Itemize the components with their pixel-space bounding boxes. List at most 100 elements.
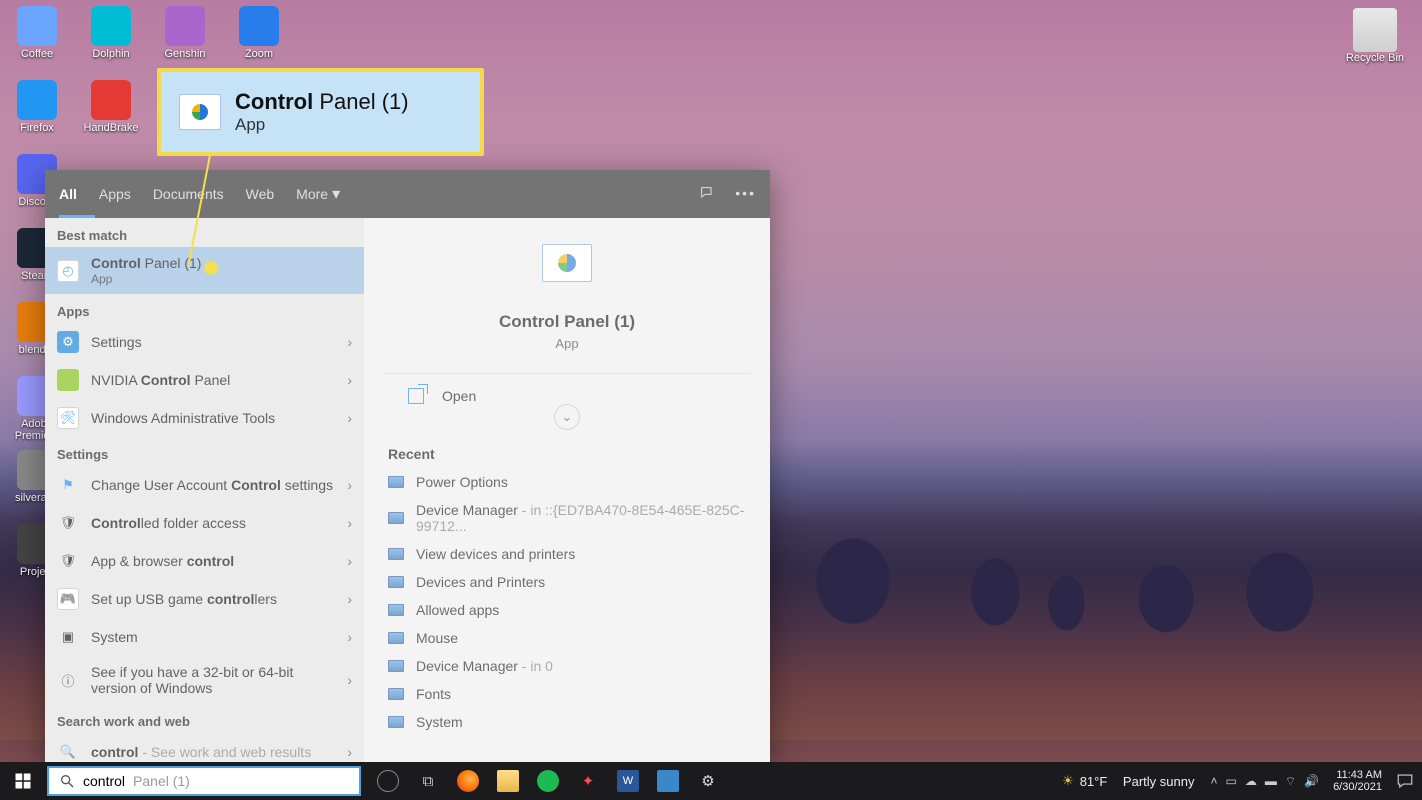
file-explorer-icon[interactable] — [497, 770, 519, 792]
recent-item[interactable]: Fonts — [370, 680, 764, 708]
search-result-item[interactable]: 🎮Set up USB game controllers› — [45, 580, 364, 618]
shield-icon: 🛡 — [57, 550, 79, 572]
search-result-item[interactable]: 🛡Controlled folder access› — [45, 504, 364, 542]
expand-actions-button[interactable]: ⌄ — [554, 404, 580, 430]
result-control-panel[interactable]: ◴ Control Panel (1)App — [45, 247, 364, 294]
tab-apps[interactable]: Apps — [99, 186, 131, 202]
firefox-icon[interactable] — [457, 770, 479, 792]
chevron-right-icon: › — [347, 334, 352, 350]
action-center-icon[interactable] — [1396, 772, 1414, 790]
start-button[interactable] — [0, 762, 45, 800]
control-panel-icon — [179, 94, 221, 130]
app-icon[interactable]: ✦ — [577, 770, 599, 792]
search-result-item[interactable]: ⚑Change User Account Control settings› — [45, 466, 364, 504]
preview-subtitle: App — [555, 336, 578, 351]
result-text: Set up USB game controllers — [91, 591, 335, 607]
callout-connector-dot — [205, 262, 217, 274]
recycle-bin[interactable]: Recycle Bin — [1346, 8, 1404, 64]
recent-item[interactable]: Allowed apps — [370, 596, 764, 624]
result-text: Change User Account Control settings — [91, 477, 335, 493]
recent-item[interactable]: Device Manager - in ::{ED7BA470-8E54-465… — [370, 496, 764, 540]
tray-onedrive-icon[interactable]: ☁ — [1245, 774, 1257, 788]
chevron-right-icon: › — [347, 372, 352, 388]
recycle-bin-label: Recycle Bin — [1346, 52, 1404, 64]
recent-item[interactable]: Device Manager - in 0 — [370, 652, 764, 680]
search-icon — [59, 773, 75, 789]
recent-item[interactable]: Power Options — [370, 468, 764, 496]
section-recent: Recent — [364, 430, 770, 466]
app-icon — [17, 6, 57, 46]
tray-battery-icon[interactable]: ▬ — [1265, 774, 1277, 788]
app-icon — [91, 6, 131, 46]
tab-documents[interactable]: Documents — [153, 186, 224, 202]
search-results-list: Best match ◴ Control Panel (1)App Apps ⚙… — [45, 218, 364, 766]
control-panel-icon: ◴ — [57, 260, 79, 282]
recent-item[interactable]: System — [370, 708, 764, 736]
system-tray: ˄ ▭ ☁ ▬ ⌔ 🔊 — [1210, 774, 1319, 789]
desktop-icon-label: Genshin — [165, 48, 206, 60]
start-search-panel: All Apps Documents Web More ▾ ••• Best m… — [45, 170, 770, 766]
desktop-icon[interactable]: Genshin — [148, 0, 222, 74]
search-result-item[interactable]: 🛠Windows Administrative Tools› — [45, 399, 364, 437]
info-icon: ⓘ — [57, 669, 79, 691]
result-text: Controlled folder access — [91, 515, 335, 531]
weather-widget[interactable]: ☀ 81°F Partly sunny — [1062, 773, 1194, 789]
search-result-item[interactable]: ⚙Settings› — [45, 323, 364, 361]
taskbar-clock[interactable]: 11:43 AM6/30/2021 — [1333, 769, 1382, 793]
settings-icon[interactable]: ⚙ — [697, 770, 719, 792]
shield-icon: 🛡 — [57, 512, 79, 534]
app-icon — [17, 80, 57, 120]
result-text: See if you have a 32-bit or 64-bit versi… — [91, 664, 335, 696]
section-web: Search work and web — [45, 704, 364, 733]
recent-item[interactable]: Devices and Printers — [370, 568, 764, 596]
search-result-item[interactable]: ▣System› — [45, 618, 364, 656]
tray-chevron-icon[interactable]: ˄ — [1210, 774, 1217, 788]
control-panel-item-icon — [388, 512, 404, 524]
desktop-icon[interactable]: Firefox — [0, 74, 74, 148]
open-icon — [408, 388, 424, 404]
tab-more[interactable]: More ▾ — [296, 184, 340, 204]
task-view-icon[interactable]: ⧉ — [417, 770, 439, 792]
tab-web[interactable]: Web — [246, 186, 275, 202]
app-icon — [165, 6, 205, 46]
sq-icon: ▣ — [57, 626, 79, 648]
control-panel-item-icon — [388, 632, 404, 644]
desktop-icon-label: Zoom — [245, 48, 273, 60]
desktop-icon[interactable]: Dolphin — [74, 0, 148, 74]
recent-item-label: Devices and Printers — [416, 574, 545, 590]
cortana-icon[interactable] — [377, 770, 399, 792]
desktop-icon[interactable]: Coffee — [0, 0, 74, 74]
taskbar-search-input[interactable]: control Panel (1) — [47, 766, 361, 796]
chevron-right-icon: › — [347, 553, 352, 569]
callout-highlight: Control Panel (1) App — [157, 68, 484, 156]
chevron-right-icon: › — [347, 629, 352, 645]
app2-icon[interactable] — [657, 770, 679, 792]
search-result-item[interactable]: NVIDIA Control Panel › — [45, 361, 364, 399]
recent-item-label: Allowed apps — [416, 602, 499, 618]
search-result-item[interactable]: ⓘ See if you have a 32-bit or 64-bit vers… — [45, 656, 364, 704]
nv-icon — [57, 369, 79, 391]
recent-item-label: View devices and printers — [416, 546, 575, 562]
word-icon[interactable]: W — [617, 770, 639, 792]
recent-item-label: Device Manager - in ::{ED7BA470-8E54-465… — [416, 502, 746, 534]
desktop-icon-label: HandBrake — [83, 122, 138, 134]
recent-item[interactable]: View devices and printers — [370, 540, 764, 568]
desktop-icon[interactable]: Zoom — [222, 0, 296, 74]
tray-cloud-icon[interactable]: ▭ — [1225, 774, 1236, 788]
tab-all[interactable]: All — [59, 186, 77, 202]
recent-item[interactable]: Mouse — [370, 624, 764, 652]
preview-app-icon — [542, 244, 592, 282]
callout-subtitle: App — [235, 115, 409, 135]
spotify-icon[interactable] — [537, 770, 559, 792]
feedback-icon[interactable] — [699, 185, 715, 204]
tray-wifi-icon[interactable]: ⌔ — [1285, 774, 1296, 789]
desktop-icon[interactable]: HandBrake — [74, 74, 148, 148]
search-icon: 🔍 — [57, 741, 79, 763]
result-text: App & browser control — [91, 553, 335, 569]
result-text: NVIDIA Control Panel — [91, 372, 335, 388]
more-options-icon[interactable]: ••• — [735, 185, 756, 204]
app-icon — [239, 6, 279, 46]
search-result-item[interactable]: 🛡 App & browser control › — [45, 542, 364, 580]
tray-volume-icon[interactable]: 🔊 — [1304, 774, 1319, 788]
control-panel-item-icon — [388, 688, 404, 700]
